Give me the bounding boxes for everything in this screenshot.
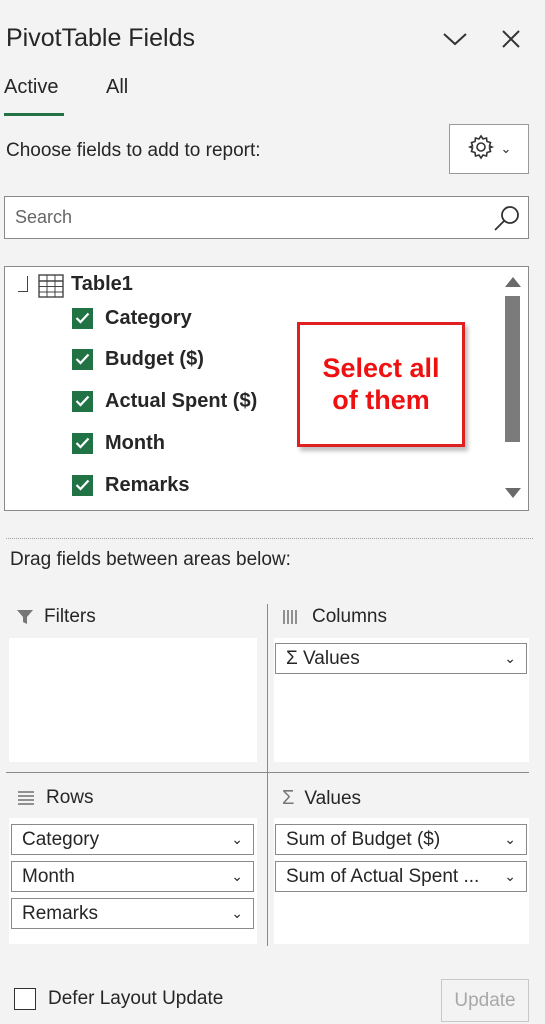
rows-field-remarks[interactable]: Remarks ⌄ [11, 898, 254, 929]
field-label: Category [105, 306, 192, 329]
values-title: Values [304, 787, 362, 809]
defer-layout-update[interactable]: Defer Layout Update [14, 988, 223, 1010]
defer-checkbox[interactable] [14, 988, 36, 1010]
scroll-down-arrow-icon[interactable] [504, 487, 522, 499]
drag-fields-label: Drag fields between areas below: [10, 549, 291, 570]
filters-drop-zone[interactable] [9, 638, 257, 762]
values-area-header: Σ Values [282, 787, 361, 810]
section-divider [6, 538, 533, 539]
filters-area-header: Filters [16, 606, 96, 628]
filter-icon [17, 610, 33, 624]
chevron-down-icon: ⌄ [504, 831, 516, 847]
field-item-month[interactable]: Month [72, 429, 165, 457]
tools-button[interactable]: ⌄ [449, 124, 529, 174]
chevron-down-icon[interactable] [440, 24, 470, 54]
search-input[interactable] [15, 203, 485, 231]
field-item-category[interactable]: Category [72, 304, 192, 332]
filters-title: Filters [44, 606, 96, 627]
pill-label: Sum of Actual Spent ... [286, 865, 480, 887]
tab-all[interactable]: All [106, 76, 128, 99]
field-label: Actual Spent ($) [105, 389, 258, 412]
pane-title: PivotTable Fields [6, 24, 195, 52]
chevron-down-icon: ⌄ [504, 868, 516, 884]
field-item-budget[interactable]: Budget ($) [72, 345, 204, 373]
choose-fields-label: Choose fields to add to report: [6, 140, 261, 161]
tree-connector [18, 276, 28, 292]
chevron-down-icon: ⌄ [500, 141, 512, 156]
columns-area-header: Columns [282, 606, 387, 628]
field-item-remarks[interactable]: Remarks [72, 471, 190, 499]
rows-icon [18, 791, 34, 805]
checkbox-checked[interactable] [72, 348, 93, 370]
annotation-callout: Select all of them [297, 322, 465, 447]
field-item-actual-spent[interactable]: Actual Spent ($) [72, 387, 257, 415]
scroll-thumb[interactable] [505, 296, 520, 442]
pill-label: Σ Values [286, 647, 360, 669]
area-divider-horizontal [6, 772, 529, 773]
annotation-text: Select all of them [322, 353, 440, 415]
update-button[interactable]: Update [441, 979, 529, 1022]
field-label: Month [105, 431, 165, 454]
chevron-down-icon: ⌄ [504, 650, 516, 666]
search-icon[interactable] [492, 203, 522, 233]
pill-label: Month [22, 865, 75, 887]
pill-label: Remarks [22, 902, 99, 924]
table-icon [38, 274, 64, 298]
checkbox-checked[interactable] [72, 307, 93, 329]
scroll-up-arrow-icon[interactable] [504, 276, 522, 288]
area-divider-vertical [267, 604, 268, 946]
tab-active[interactable]: Active [4, 76, 58, 99]
columns-icon [283, 610, 297, 624]
checkbox-checked[interactable] [72, 474, 93, 496]
chevron-down-icon: ⌄ [231, 831, 243, 847]
search-box [4, 196, 529, 239]
field-label: Budget ($) [105, 347, 204, 370]
checkbox-checked[interactable] [72, 390, 93, 412]
checkbox-checked[interactable] [72, 432, 93, 454]
gear-icon [467, 133, 495, 166]
close-icon[interactable] [496, 24, 526, 54]
sigma-icon: Σ [282, 787, 295, 809]
defer-label: Defer Layout Update [48, 988, 224, 1009]
rows-area-header: Rows [16, 787, 94, 809]
values-field-sum-actual-spent[interactable]: Sum of Actual Spent ... ⌄ [275, 861, 527, 892]
field-label: Remarks [105, 473, 190, 496]
table-name: Table1 [71, 273, 133, 295]
pill-label: Sum of Budget ($) [286, 828, 441, 850]
chevron-down-icon: ⌄ [231, 905, 243, 921]
columns-title: Columns [312, 606, 387, 627]
rows-field-category[interactable]: Category ⌄ [11, 824, 254, 855]
active-tab-indicator [4, 113, 64, 116]
chevron-down-icon: ⌄ [231, 868, 243, 884]
rows-field-month[interactable]: Month ⌄ [11, 861, 254, 892]
values-field-sum-budget[interactable]: Sum of Budget ($) ⌄ [275, 824, 527, 855]
columns-field-values[interactable]: Σ Values ⌄ [275, 643, 527, 674]
rows-title: Rows [46, 787, 94, 808]
pill-label: Category [22, 828, 100, 850]
